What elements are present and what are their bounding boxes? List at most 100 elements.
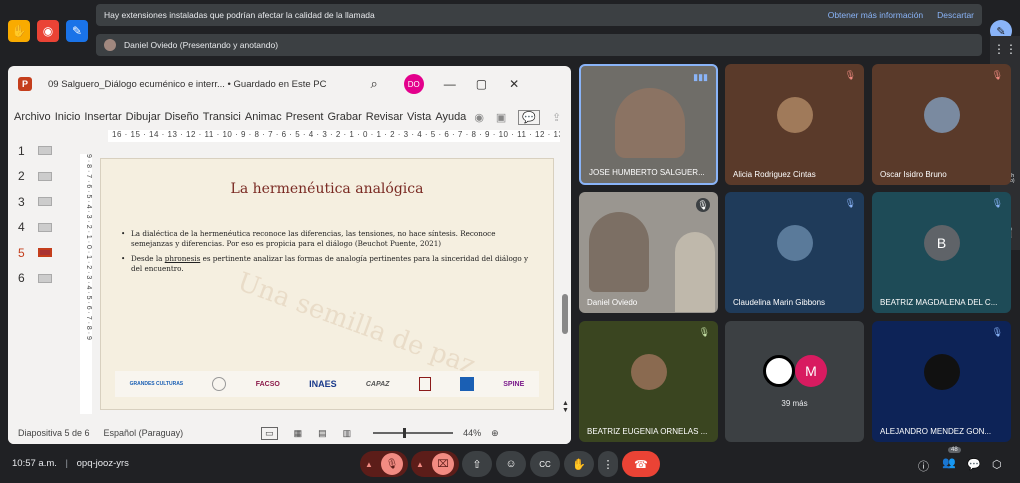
clock: 10:57 a.m.: [12, 458, 57, 469]
ppt-search-icon[interactable]: ⌕: [370, 76, 377, 92]
participant-name: ALEJANDRO MENDEZ GON...: [880, 427, 992, 436]
participant-tile[interactable]: 🎙 Oscar Isidro Bruno: [872, 64, 1011, 185]
menu-revisar[interactable]: Revisar: [366, 111, 403, 123]
maximize-icon[interactable]: ▢: [476, 77, 487, 91]
participant-tile[interactable]: 🎙 Claudelina Marin Gibbons: [725, 192, 864, 313]
camera-off-icon[interactable]: ⌧: [431, 453, 454, 475]
presenter-text: Daniel Oviedo (Presentando y anotando): [124, 40, 279, 50]
participant-avatar: B: [923, 224, 960, 261]
present-button[interactable]: ⇧: [462, 451, 492, 477]
ppt-app-icon: P: [18, 77, 32, 91]
raise-hand-button[interactable]: ✋: [564, 451, 594, 477]
present-ribbon-icon[interactable]: ▣: [496, 111, 506, 124]
more-vert-icon: ⋮: [602, 458, 614, 471]
thumb-preview: [38, 197, 52, 207]
thumb-number: 2: [18, 169, 25, 184]
more-participants-tile[interactable]: M 39 más: [725, 321, 864, 442]
reading-view-icon[interactable]: ▤: [318, 428, 327, 439]
record-ribbon-icon[interactable]: ◉: [474, 111, 484, 124]
captions-icon: CC: [539, 459, 551, 469]
bullet-2-pre: Desde la: [131, 254, 165, 264]
meeting-details-icon[interactable]: ⓘ: [918, 458, 929, 474]
normal-view-icon[interactable]: ▭: [261, 426, 278, 440]
reactions-button[interactable]: ☺: [496, 451, 526, 477]
menu-presentacion[interactable]: Present: [286, 111, 324, 123]
thumb-4[interactable]: 4: [18, 215, 68, 241]
participant-tile[interactable]: 🎙 Alicia Rodriguez Cintas: [725, 64, 864, 185]
leave-call-button[interactable]: ☎: [622, 451, 660, 477]
logo-grandes-culturas: GRANDES CULTURAS: [129, 381, 184, 387]
menu-insertar[interactable]: Insertar: [84, 111, 121, 123]
thumb-2[interactable]: 2: [18, 164, 68, 190]
participant-video: [615, 88, 685, 158]
scroll-thumb[interactable]: [562, 294, 568, 334]
bullet-2-link: phronesis: [164, 254, 201, 264]
close-icon[interactable]: ✕: [509, 77, 519, 91]
comments-icon[interactable]: 💬: [518, 109, 541, 125]
record-icon[interactable]: ◉: [37, 20, 59, 42]
thumb-number: 5: [18, 245, 25, 260]
menu-ayuda[interactable]: Ayuda: [435, 111, 466, 123]
menu-animaciones[interactable]: Animac: [245, 111, 282, 123]
slide-canvas[interactable]: Una semilla de paz La hermenéutica analó…: [100, 158, 554, 410]
horizontal-ruler: 16 · 15 · 14 · 13 · 12 · 11 · 10 · 9 · 8…: [108, 130, 560, 142]
edit-doc-icon[interactable]: ✎: [66, 20, 88, 42]
speaking-indicator-icon: ▮▮▮: [693, 72, 708, 82]
mic-off-icon: 🎙: [698, 327, 710, 337]
logo-seal-2: [418, 377, 431, 391]
menu-dibujar[interactable]: Dibujar: [126, 111, 161, 123]
scroll-arrows-icon[interactable]: ▲ ▼: [562, 400, 569, 414]
dismiss-link[interactable]: Descartar: [937, 10, 974, 20]
more-info-link[interactable]: Obtener más información: [828, 10, 923, 20]
menu-inicio[interactable]: Inicio: [55, 111, 81, 123]
thumb-preview: [38, 222, 52, 232]
mic-off-icon: 🎙: [991, 198, 1003, 208]
thumb-3[interactable]: 3: [18, 189, 68, 215]
thumb-preview: [38, 248, 52, 258]
participant-tile[interactable]: ▮▮▮ JOSE HUMBERTO SALGUER...: [579, 64, 718, 185]
menu-diseno[interactable]: Diseño: [165, 111, 199, 123]
hand-icon[interactable]: ✋: [8, 20, 30, 42]
language-status[interactable]: Español (Paraguay): [104, 428, 184, 438]
chevron-up-icon[interactable]: ▲: [365, 460, 373, 469]
more-options-button[interactable]: ⋮: [598, 451, 618, 477]
ppt-user-avatar[interactable]: DO: [403, 74, 424, 94]
meeting-info: 10:57 a.m. | opq-jooz-yrs: [12, 458, 129, 469]
mic-control[interactable]: ▲ 🎙: [360, 451, 408, 477]
zoom-level[interactable]: 44%: [463, 428, 481, 438]
apps-icon[interactable]: ⋮⋮: [990, 36, 1020, 62]
sorter-view-icon[interactable]: ▦: [294, 428, 303, 439]
camera-control[interactable]: ▲ ⌧: [411, 451, 459, 477]
people-icon[interactable]: 👥 48: [942, 447, 961, 469]
menu-grabar[interactable]: Grabar: [328, 111, 362, 123]
participant-tile[interactable]: B 🎙 BEATRIZ MAGDALENA DEL C...: [872, 192, 1011, 313]
mic-off-icon[interactable]: 🎙: [380, 453, 403, 475]
chat-icon[interactable]: 💬: [967, 458, 981, 471]
menu-vista[interactable]: Vista: [407, 111, 431, 123]
participant-tile[interactable]: 🎙 Daniel Oviedo: [579, 192, 718, 313]
slide-watermark: Una semilla de paz: [233, 267, 480, 381]
vertical-scrollbar[interactable]: ▲ ▼: [562, 154, 570, 414]
menu-transiciones[interactable]: Transici: [203, 111, 241, 123]
chevron-up-icon[interactable]: ▲: [416, 460, 424, 469]
fit-slide-icon[interactable]: ⊕: [491, 428, 499, 439]
participant-name: Daniel Oviedo: [587, 298, 638, 307]
menu-archivo[interactable]: Archivo: [14, 111, 51, 123]
ppt-statusbar: Diapositiva 5 de 6 Español (Paraguay) ▭ …: [8, 422, 571, 444]
participant-tile[interactable]: 🎙 BEATRIZ EUGENIA ORNELAS ...: [579, 321, 718, 442]
slideshow-view-icon[interactable]: ▥: [343, 428, 352, 439]
zoom-handle[interactable]: [403, 428, 407, 438]
extensions-banner-text: Hay extensiones instaladas que podrían a…: [104, 10, 375, 20]
captions-button[interactable]: CC: [530, 451, 560, 477]
minimize-icon[interactable]: —: [444, 77, 456, 91]
activities-icon[interactable]: ⬡: [992, 458, 1002, 471]
participant-tile[interactable]: 🎙 ALEJANDRO MENDEZ GON...: [872, 321, 1011, 442]
thumb-1[interactable]: 1: [18, 138, 68, 164]
thumb-6[interactable]: 6: [18, 266, 68, 292]
participant-name: JOSE HUMBERTO SALGUER...: [589, 168, 705, 177]
share-icon[interactable]: ⇪: [552, 111, 561, 124]
logo-capaz: CAPAZ: [365, 380, 390, 388]
zoom-slider[interactable]: [373, 428, 454, 438]
thumb-5[interactable]: 5: [18, 240, 68, 266]
thumb-preview: [38, 171, 52, 181]
